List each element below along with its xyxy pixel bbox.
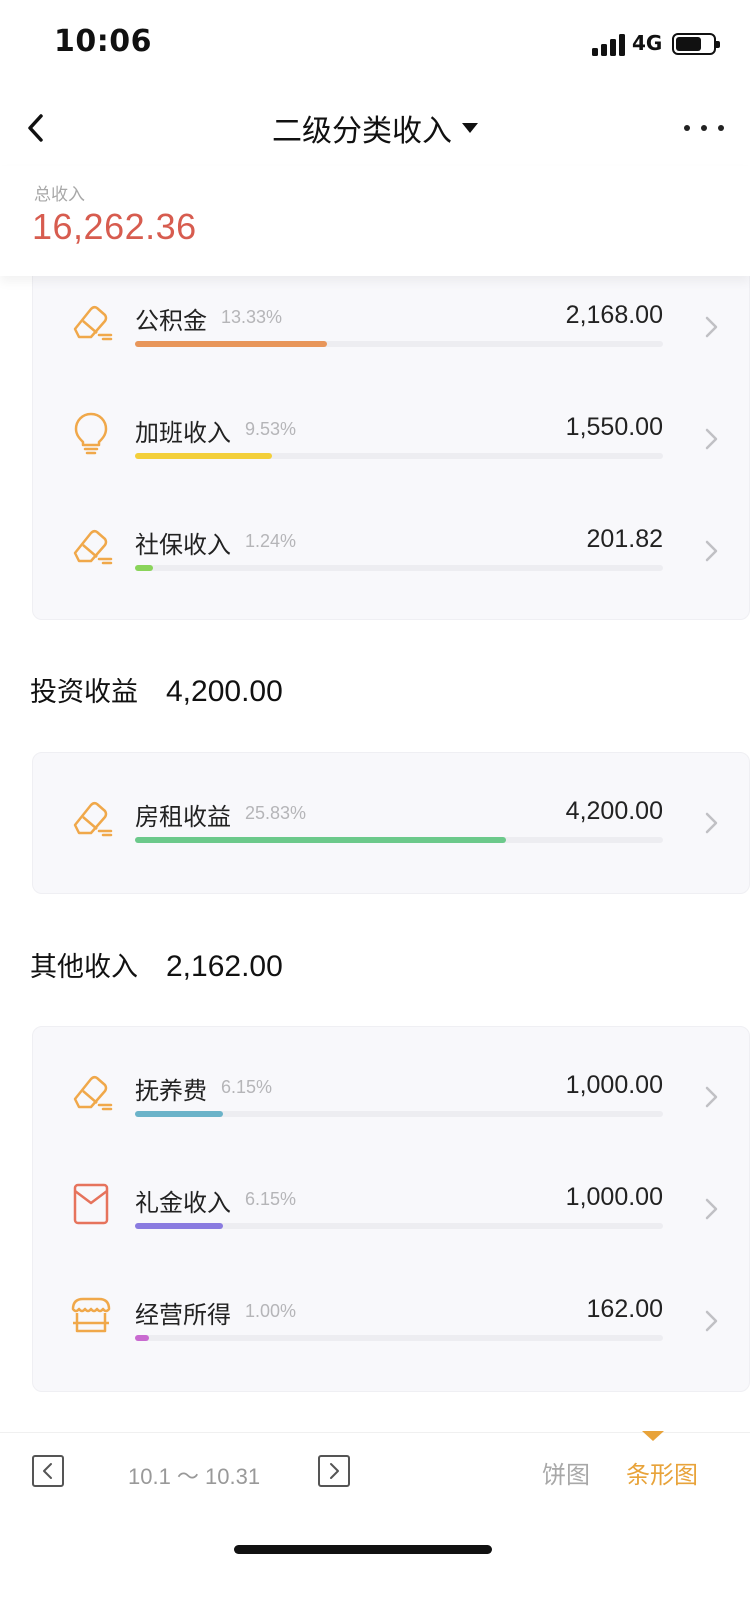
category-amount: 4,200.00 xyxy=(565,797,663,825)
red-envelope-icon xyxy=(73,1183,109,1225)
pencil-eraser-icon xyxy=(73,529,113,565)
group-amount: 2,162.00 xyxy=(166,950,283,983)
progress-fill xyxy=(135,1111,224,1117)
chevron-right-icon xyxy=(705,812,718,834)
status-time: 10:06 xyxy=(54,24,152,59)
category-name: 社保收入 xyxy=(135,531,231,559)
tab-bar-chart[interactable]: 条形图 xyxy=(626,1455,698,1490)
status-bar: 10:06 4G xyxy=(0,0,750,90)
progress-fill xyxy=(135,341,327,347)
category-amount: 162.00 xyxy=(586,1295,663,1323)
progress-fill xyxy=(135,1335,150,1341)
date-range[interactable]: 10.1 ～ 10.31 xyxy=(128,1459,260,1491)
pencil-eraser-icon xyxy=(73,801,113,837)
bottom-bar: 10.1 ～ 10.31 饼图 条形图 xyxy=(0,1431,750,1623)
category-row[interactable]: 社保收入 1.24% 201.82 xyxy=(33,495,750,607)
chevron-right-icon xyxy=(705,1310,718,1332)
progress-fill xyxy=(135,837,507,843)
total-income-summary: 总收入 16,262.36 xyxy=(0,166,750,276)
category-name: 公积金 xyxy=(135,307,207,335)
category-row[interactable]: 抚养费 6.15% 1,000.00 xyxy=(33,1041,750,1153)
next-period-button[interactable] xyxy=(318,1455,350,1487)
caret-down-icon xyxy=(462,123,478,133)
income-group-card: 房租收益 25.83% 4,200.00 xyxy=(32,752,750,894)
lightbulb-icon xyxy=(74,412,108,455)
home-indicator xyxy=(234,1545,492,1554)
progress-track xyxy=(135,1111,663,1117)
chevron-right-icon xyxy=(705,1198,718,1220)
total-income-label: 总收入 xyxy=(34,185,85,205)
group-header: 其他收入 2,162.00 xyxy=(30,945,283,985)
shop-awning-icon xyxy=(71,1297,111,1333)
group-name: 其他收入 xyxy=(30,952,138,983)
progress-track xyxy=(135,453,663,459)
progress-track xyxy=(135,1223,663,1229)
category-percent: 1.00% xyxy=(245,1301,297,1321)
income-group-card: 公积金 13.33% 2,168.00 加班收入 9.53% 1,550.00 xyxy=(32,258,750,620)
group-name: 投资收益 xyxy=(30,677,138,708)
category-name: 经营所得 xyxy=(135,1301,231,1329)
category-row[interactable]: 公积金 13.33% 2,168.00 xyxy=(33,271,750,383)
chevron-left-icon xyxy=(43,1463,52,1479)
chevron-right-icon xyxy=(705,1086,718,1108)
more-dots-icon xyxy=(684,125,690,131)
chevron-right-icon xyxy=(705,540,718,562)
progress-track xyxy=(135,837,663,843)
category-row[interactable]: 经营所得 1.00% 162.00 xyxy=(33,1265,750,1377)
previous-period-button[interactable] xyxy=(32,1455,64,1487)
progress-fill xyxy=(135,453,273,459)
category-selector[interactable]: 二级分类收入 xyxy=(0,106,750,150)
category-row[interactable]: 房租收益 25.83% 4,200.00 xyxy=(33,767,750,879)
chevron-right-icon xyxy=(705,428,718,450)
category-name: 加班收入 xyxy=(135,419,231,447)
category-amount: 1,550.00 xyxy=(565,413,663,441)
total-income-value: 16,262.36 xyxy=(32,206,197,247)
pencil-eraser-icon xyxy=(73,305,113,341)
category-row[interactable]: 加班收入 9.53% 1,550.00 xyxy=(33,383,750,495)
category-percent: 13.33% xyxy=(221,307,283,327)
category-percent: 25.83% xyxy=(245,803,307,823)
tab-pie-chart[interactable]: 饼图 xyxy=(542,1455,590,1490)
category-percent: 9.53% xyxy=(245,419,297,439)
progress-track xyxy=(135,341,663,347)
progress-track xyxy=(135,565,663,571)
pencil-eraser-icon xyxy=(73,1075,113,1111)
battery-icon xyxy=(672,33,720,55)
nav-bar: 二级分类收入 xyxy=(0,90,750,166)
category-name: 房租收益 xyxy=(135,803,231,831)
group-header: 投资收益 4,200.00 xyxy=(30,670,283,710)
category-name: 礼金收入 xyxy=(135,1189,231,1217)
category-amount: 201.82 xyxy=(586,525,663,553)
category-amount: 2,168.00 xyxy=(565,301,663,329)
progress-track xyxy=(135,1335,663,1341)
progress-fill xyxy=(135,565,153,571)
more-button[interactable] xyxy=(684,120,724,136)
category-name: 抚养费 xyxy=(135,1077,207,1105)
category-percent: 1.24% xyxy=(245,531,297,551)
chevron-right-icon xyxy=(705,316,718,338)
page-title: 二级分类收入 xyxy=(272,114,452,149)
category-percent: 6.15% xyxy=(245,1189,297,1209)
progress-fill xyxy=(135,1223,224,1229)
chevron-right-icon xyxy=(330,1463,339,1479)
income-group-card: 抚养费 6.15% 1,000.00 礼金收入 6.15% 1,000.00 经… xyxy=(32,1026,750,1392)
signal-strength-icon xyxy=(592,34,628,56)
network-label: 4G xyxy=(632,31,663,55)
category-row[interactable]: 礼金收入 6.15% 1,000.00 xyxy=(33,1153,750,1265)
active-tab-indicator xyxy=(642,1431,664,1441)
category-amount: 1,000.00 xyxy=(565,1071,663,1099)
category-amount: 1,000.00 xyxy=(565,1183,663,1211)
category-percent: 6.15% xyxy=(221,1077,273,1097)
group-amount: 4,200.00 xyxy=(166,675,283,708)
